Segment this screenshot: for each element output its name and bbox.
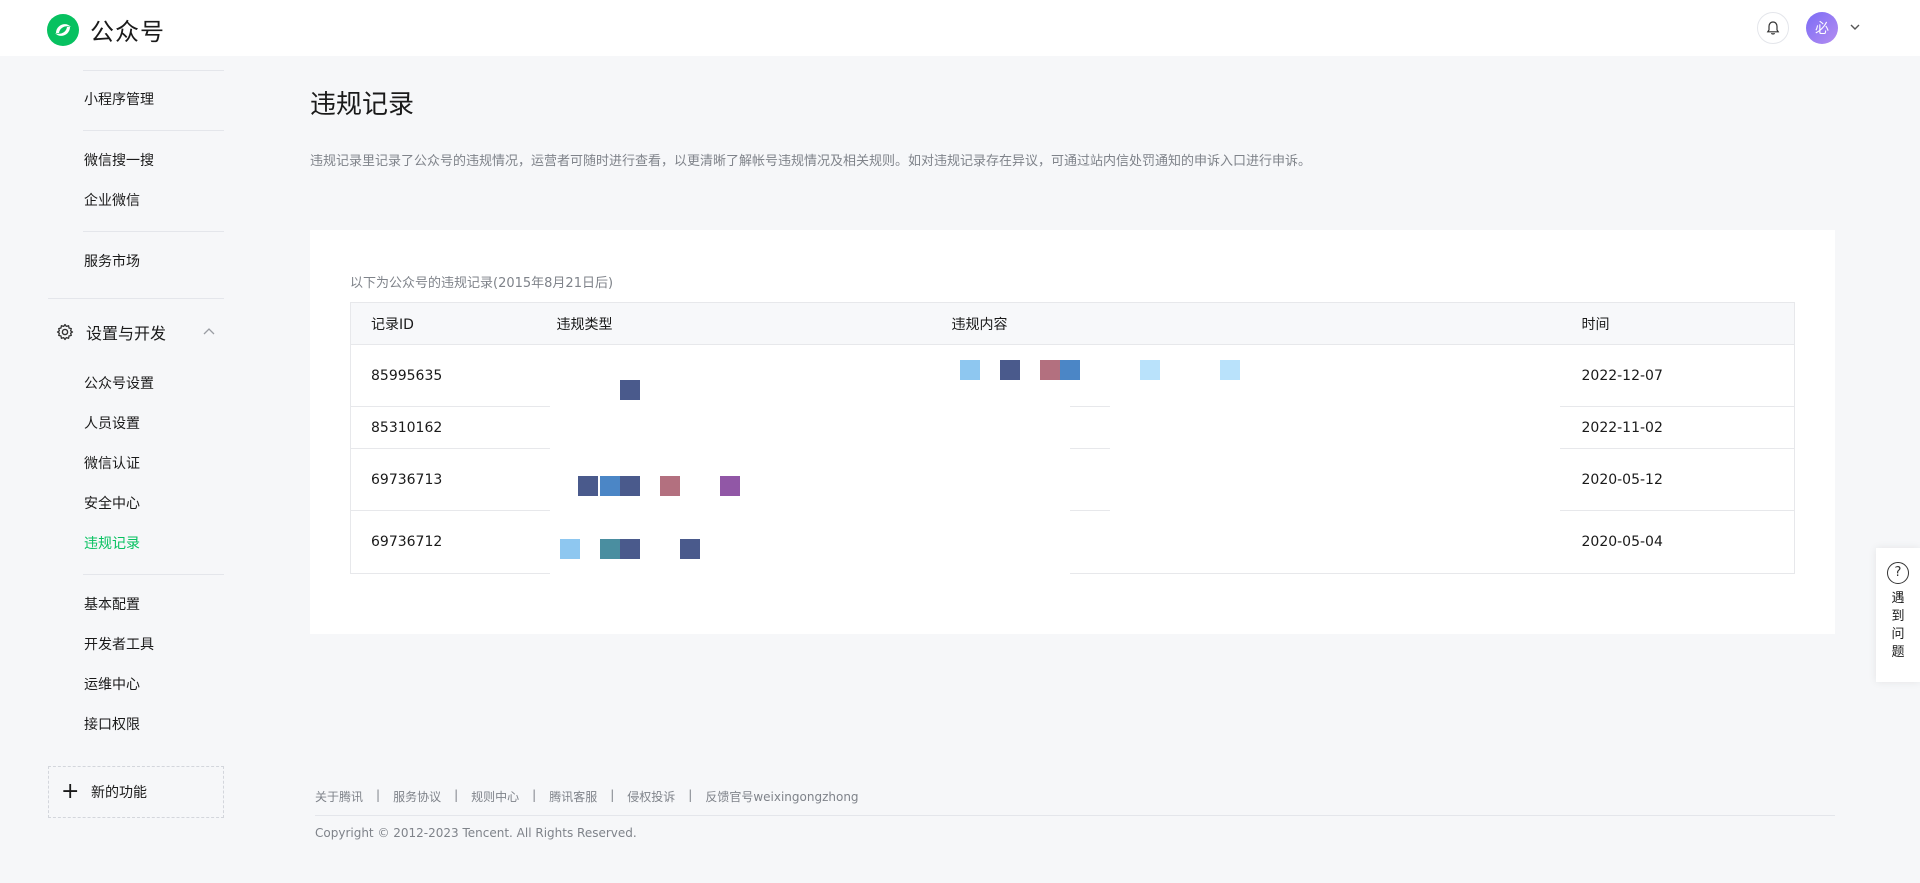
chevron-up-icon: [203, 328, 215, 335]
records-caption: 以下为公众号的违规记录(2015年8月21日后): [350, 276, 614, 291]
mosaic-block: [1060, 360, 1080, 380]
mosaic-block: [680, 539, 700, 559]
mosaic-block: [1220, 360, 1240, 380]
cell-time: 2022-11-02: [1561, 406, 1795, 449]
mosaic-block: [660, 476, 680, 496]
sidebar-divider: [83, 130, 224, 131]
cell-id: 85310162: [350, 406, 537, 449]
sidebar-divider: [48, 298, 224, 299]
mosaic-block: [1040, 360, 1060, 380]
sidebar-divider: [83, 70, 224, 71]
mosaic-block: [620, 476, 640, 496]
footer-links: 关于腾讯 | 服务协议 | 规则中心 | 腾讯客服 | 侵权投诉 | 反馈官号w…: [315, 788, 859, 805]
footer-separator: |: [454, 788, 459, 802]
logo[interactable]: 公众号: [46, 12, 165, 47]
sidebar-section-label: 设置与开发: [86, 324, 167, 343]
sidebar-section-settings-dev[interactable]: 设置与开发: [56, 318, 224, 346]
plus-icon: +: [61, 779, 80, 804]
column-header-id: 记录ID: [350, 302, 537, 345]
cell-time: 2020-05-04: [1561, 510, 1795, 574]
sidebar-item-wechat-search[interactable]: 微信搜一搜: [84, 151, 154, 171]
chevron-down-icon[interactable]: [1848, 20, 1862, 34]
avatar[interactable]: 必: [1806, 12, 1838, 44]
mosaic-block: [960, 360, 980, 380]
footer-link-terms[interactable]: 服务协议: [393, 788, 441, 805]
question-icon: ?: [1887, 562, 1909, 584]
sidebar-item-service-market[interactable]: 服务市场: [84, 252, 140, 272]
sidebar-divider: [83, 231, 224, 232]
copyright: Copyright © 2012-2023 Tencent. All Right…: [315, 826, 637, 840]
wechat-official-logo-icon: [47, 13, 79, 46]
mosaic-block: [578, 476, 598, 496]
mosaic-block: [620, 380, 640, 400]
page-title: 违规记录: [310, 90, 415, 120]
sidebar-item-miniprogram[interactable]: 小程序管理: [84, 90, 154, 110]
footer-separator: |: [376, 788, 381, 802]
sidebar-item-wecom[interactable]: 企业微信: [84, 191, 140, 211]
new-feature-label: 新的功能: [91, 785, 147, 801]
new-feature-button[interactable]: + 新的功能: [48, 766, 224, 818]
sidebar-item-wechat-verification[interactable]: 微信认证: [84, 454, 140, 474]
help-float-button[interactable]: ? 遇到问题: [1876, 548, 1920, 682]
sidebar-divider: [83, 574, 224, 575]
cell-time: 2022-12-07: [1561, 344, 1795, 407]
mosaic-block: [600, 539, 620, 559]
cell-id: 69736712: [350, 510, 537, 574]
help-label: 遇到问题: [1891, 591, 1905, 660]
sidebar: 小程序管理 微信搜一搜 企业微信 服务市场 设置与开发 公众号设置 人员设置 微…: [0, 56, 240, 883]
footer-separator: |: [688, 788, 693, 802]
footer-divider: [315, 815, 1835, 816]
sidebar-item-violation-records[interactable]: 违规记录: [84, 534, 140, 554]
cell-id: 69736713: [350, 448, 537, 511]
mosaic-block: [620, 539, 640, 559]
table-header-row: 记录ID 违规类型 违规内容 时间: [350, 302, 1795, 345]
column-header-content: 违规内容: [931, 302, 1562, 345]
mosaic-block: [1000, 360, 1020, 380]
mosaic-block: [1140, 360, 1160, 380]
records-card: 以下为公众号的违规记录(2015年8月21日后) 记录ID 违规类型 违规内容 …: [310, 230, 1835, 634]
column-header-type: 违规类型: [536, 302, 932, 345]
footer-link-about[interactable]: 关于腾讯: [315, 788, 363, 805]
sidebar-item-api-permissions[interactable]: 接口权限: [84, 715, 140, 735]
mosaic-block: [720, 476, 740, 496]
notification-button[interactable]: [1757, 12, 1789, 44]
app-name: 公众号: [90, 18, 165, 46]
mosaic-block: [600, 476, 620, 496]
sidebar-item-member-settings[interactable]: 人员设置: [84, 414, 140, 434]
gear-icon: [56, 323, 74, 341]
footer-link-feedback[interactable]: 反馈官号weixingongzhong: [705, 788, 858, 805]
mosaic-block: [560, 539, 580, 559]
sidebar-item-basic-config[interactable]: 基本配置: [84, 595, 140, 615]
redaction-mask: [1110, 348, 1560, 528]
footer-link-support[interactable]: 腾讯客服: [549, 788, 597, 805]
footer-link-rules[interactable]: 规则中心: [471, 788, 519, 805]
top-bar: 公众号 必: [0, 0, 1920, 56]
column-header-time: 时间: [1561, 302, 1795, 345]
cell-time: 2020-05-12: [1561, 448, 1795, 511]
sidebar-item-developer-tools[interactable]: 开发者工具: [84, 635, 154, 655]
sidebar-item-account-settings[interactable]: 公众号设置: [84, 374, 154, 394]
cell-id: 85995635: [350, 344, 537, 407]
footer-separator: |: [610, 788, 615, 802]
footer-separator: |: [532, 788, 537, 802]
bell-icon: [1766, 21, 1780, 35]
sidebar-item-security-center[interactable]: 安全中心: [84, 494, 140, 514]
sidebar-item-ops-center[interactable]: 运维中心: [84, 675, 140, 695]
footer-link-infringement[interactable]: 侵权投诉: [627, 788, 675, 805]
page-description: 违规记录里记录了公众号的违规情况，运营者可随时进行查看，以更清晰了解帐号违规情况…: [310, 154, 1312, 169]
